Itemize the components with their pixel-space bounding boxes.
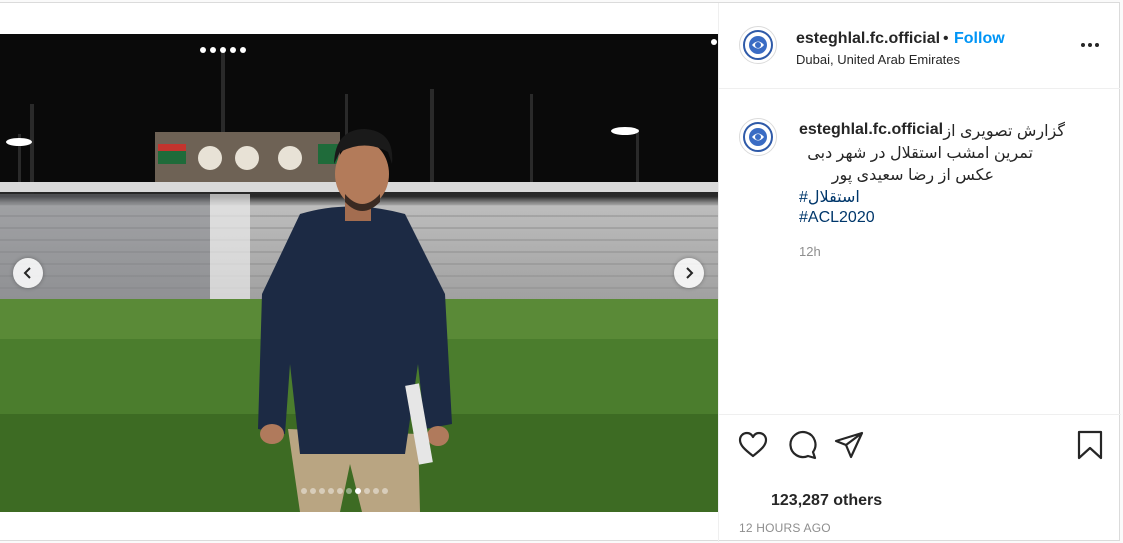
stadium-photo [0, 34, 718, 512]
comment-bubble-icon [789, 431, 817, 460]
caption-username[interactable]: esteghlal.fc.official [799, 121, 943, 139]
carousel-indicator [301, 488, 388, 494]
post-image[interactable] [0, 34, 718, 512]
carousel-dot [364, 488, 370, 494]
caption-area: esteghlal.fc.official گزارش تصویری از تم… [719, 90, 1121, 414]
carousel-dot [346, 488, 352, 494]
share-button[interactable] [834, 430, 864, 465]
paper-plane-icon [834, 431, 864, 459]
caption-line-1: گزارش تصویری از [943, 123, 1065, 140]
carousel-dot [373, 488, 379, 494]
caption-line-3: عکس از رضا سعیدی پور [831, 167, 994, 184]
hashtag-acl2020[interactable]: #ACL2020 [799, 209, 875, 227]
action-bar [719, 414, 1121, 474]
more-options-icon[interactable] [1081, 39, 1099, 51]
post-timestamp[interactable]: 12 HOURS AGO [739, 521, 831, 535]
post-sidebar: esteghlal.fc.official • Follow Dubai, Un… [718, 3, 1121, 542]
carousel-next-button[interactable] [674, 258, 704, 288]
heart-icon [738, 431, 768, 458]
carousel-dot [310, 488, 316, 494]
hashtag-esteghlal[interactable]: #استقلال [799, 187, 863, 207]
save-button[interactable] [1076, 430, 1104, 465]
likes-count[interactable]: 123,287 others [771, 492, 882, 510]
carousel-dot [328, 488, 334, 494]
avatar[interactable] [739, 26, 777, 64]
comment-button[interactable] [787, 430, 817, 465]
follow-button[interactable]: Follow [954, 30, 1005, 48]
caption-time: 12h [799, 244, 821, 259]
carousel-dot [337, 488, 343, 494]
post-author-username[interactable]: esteghlal.fc.official [796, 30, 940, 48]
bookmark-icon [1077, 430, 1103, 460]
carousel-dot [301, 488, 307, 494]
caption-line-2: تمرین امشب استقلال در شهر دبی [807, 145, 1033, 162]
caption-avatar[interactable] [739, 118, 777, 156]
club-logo-icon [743, 122, 773, 152]
club-logo-icon [743, 30, 773, 60]
carousel-dot [319, 488, 325, 494]
post-location[interactable]: Dubai, United Arab Emirates [796, 52, 960, 67]
carousel-dot [355, 488, 361, 494]
carousel-dot [382, 488, 388, 494]
like-button[interactable] [738, 430, 768, 465]
separator-dot: • [943, 30, 949, 47]
carousel-prev-button[interactable] [13, 258, 43, 288]
post-card: esteghlal.fc.official • Follow Dubai, Un… [0, 2, 1121, 542]
chevron-left-icon [23, 267, 31, 279]
post-header: esteghlal.fc.official • Follow Dubai, Un… [719, 3, 1120, 89]
chevron-right-icon [686, 267, 694, 279]
